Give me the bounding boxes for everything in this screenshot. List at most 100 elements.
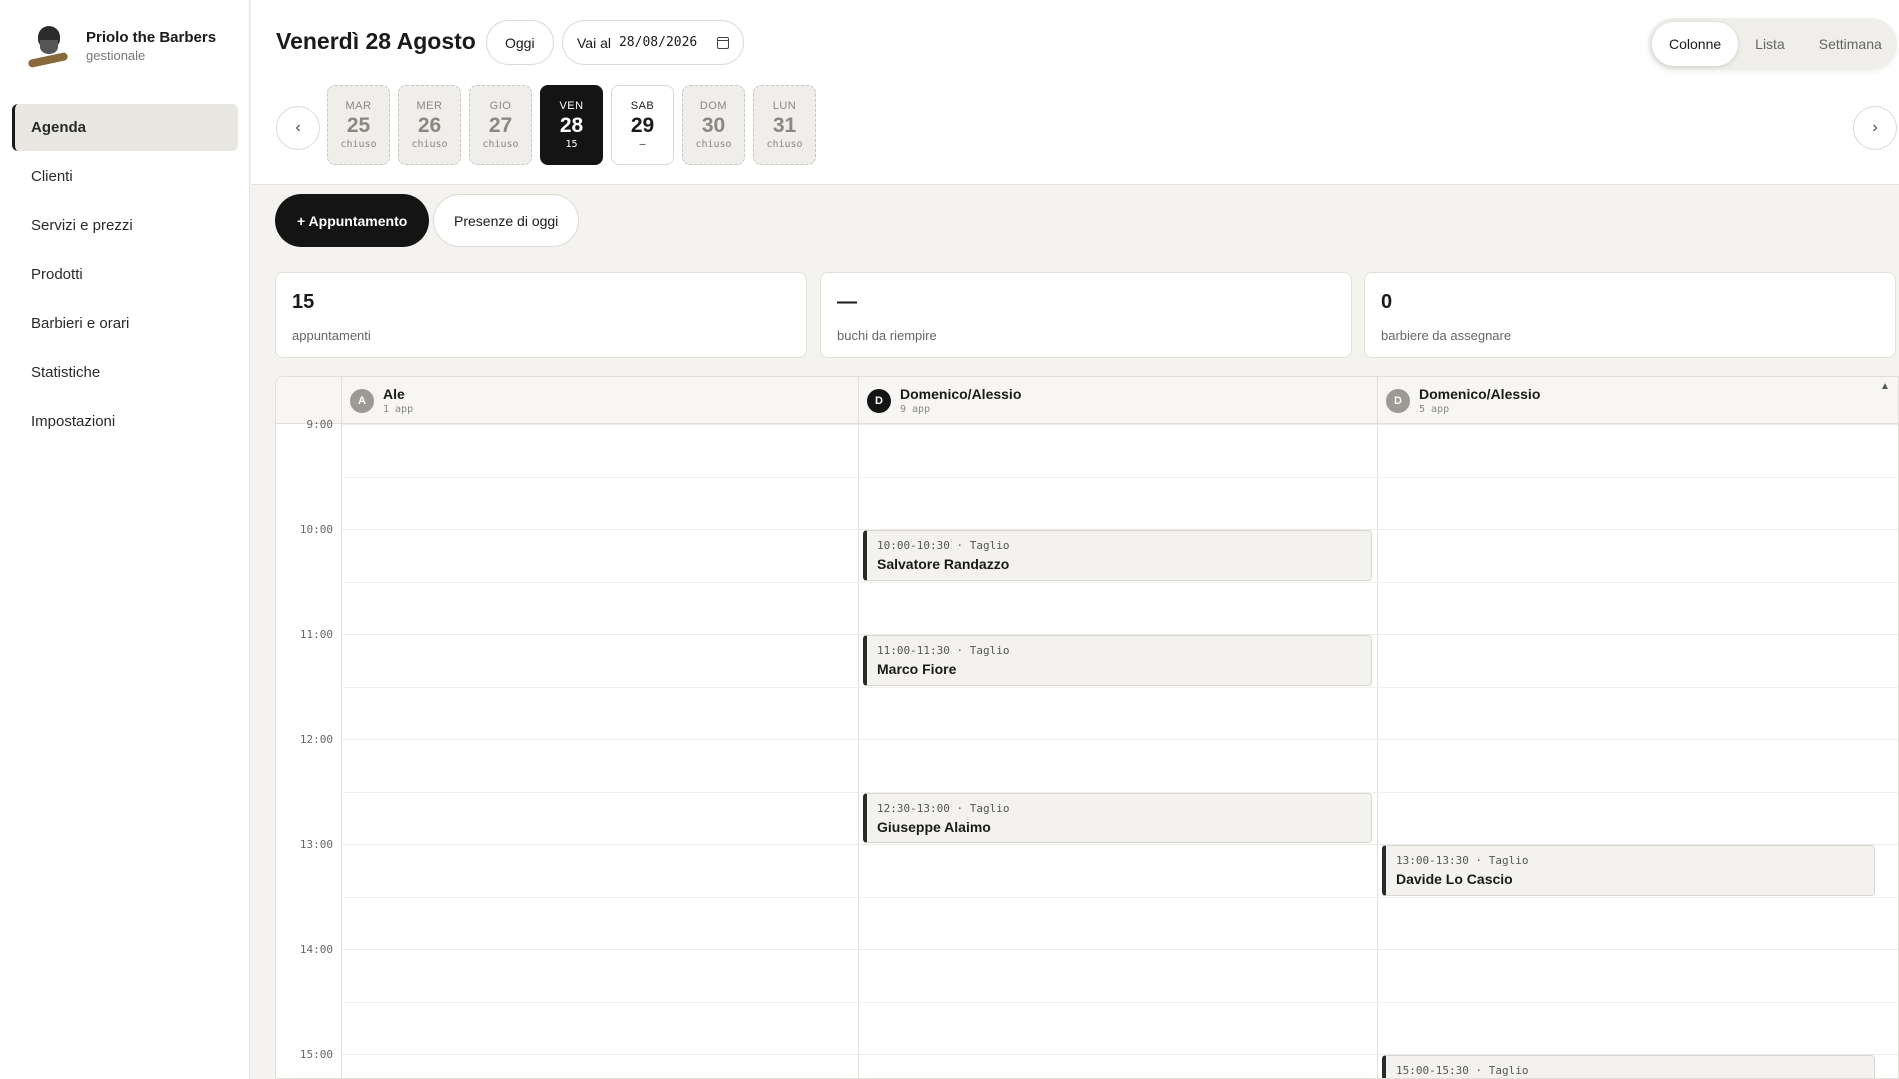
day-chip[interactable]: LUN 31 chiuso bbox=[753, 85, 816, 165]
view-switch: Colonne Lista Settimana bbox=[1648, 18, 1897, 70]
appointment-card[interactable]: 13:00-13:30 · Taglio Davide Lo Cascio bbox=[1382, 845, 1875, 896]
appointment-count: 5 app bbox=[1419, 404, 1450, 415]
appointment-time: 11:00-11:30 · Taglio bbox=[877, 644, 1010, 657]
day-num: 30 bbox=[701, 114, 726, 137]
column-divider bbox=[1377, 377, 1378, 1078]
view-tab-colonne[interactable]: Colonne bbox=[1652, 22, 1739, 66]
appointment-time: 13:00-13:30 · Taglio bbox=[1396, 854, 1529, 867]
appointment-card[interactable]: 10:00-10:30 · Taglio Salvatore Randazzo bbox=[863, 530, 1372, 581]
stat-value: — bbox=[837, 291, 857, 313]
appointment-card[interactable]: 15:00-15:30 · Taglio bbox=[1382, 1055, 1875, 1078]
day-num: 31 bbox=[772, 114, 797, 137]
half-hour-gridline bbox=[341, 896, 1898, 898]
day-sub: — bbox=[639, 139, 646, 150]
stat-label: appuntamenti bbox=[292, 328, 371, 343]
prev-day-button[interactable]: ‹ bbox=[276, 106, 320, 150]
avatar: D bbox=[867, 388, 891, 413]
day-weekday: GIO bbox=[489, 100, 512, 112]
avatar: A bbox=[350, 388, 374, 413]
sidebar-item-prodotti[interactable]: Prodotti bbox=[12, 251, 238, 298]
barber-column-header[interactable]: A Ale 1 app bbox=[341, 377, 413, 424]
day-chip[interactable]: DOM 30 chiuso bbox=[682, 85, 745, 165]
appointment-count: 1 app bbox=[383, 404, 414, 415]
day-sub: chiuso bbox=[766, 139, 803, 150]
day-weekday: VEN bbox=[559, 100, 584, 112]
stat-label: buchi da riempire bbox=[837, 328, 937, 343]
sidebar-nav: Agenda Clienti Servizi e prezzi Prodotti Bar… bbox=[12, 104, 238, 447]
half-hour-gridline bbox=[341, 1001, 1898, 1003]
presence-today-button[interactable]: Presenze di oggi bbox=[433, 194, 580, 247]
avatar: D bbox=[1386, 388, 1410, 413]
day-calendar-grid[interactable]: A Ale 1 app D Domenico/Alessio 9 app D Domenico… bbox=[275, 376, 1899, 1079]
day-weekday: SAB bbox=[630, 100, 655, 112]
day-weekday: LUN bbox=[772, 100, 797, 112]
time-label: 15:00 bbox=[299, 1048, 333, 1061]
day-sub: chiuso bbox=[695, 139, 732, 150]
day-weekday: MAR bbox=[345, 100, 372, 112]
agenda-header: Venerdì 28 Agosto Oggi Vai al 28/08/2026… bbox=[251, 0, 1899, 185]
day-num: 26 bbox=[417, 114, 442, 137]
appointment-card[interactable]: 12:30-13:00 · Taglio Giuseppe Alaimo bbox=[863, 792, 1372, 843]
day-sub: chiuso bbox=[340, 139, 377, 150]
time-label: 11:00 bbox=[299, 628, 333, 641]
day-weekday: MER bbox=[416, 100, 443, 112]
view-tab-lista[interactable]: Lista bbox=[1738, 22, 1802, 66]
appointment-client: Giuseppe Alaimo bbox=[877, 818, 991, 835]
sidebar: Priolo the Barbers gestionale Agenda Clie… bbox=[0, 0, 250, 1079]
barber-column-header[interactable]: D Domenico/Alessio 5 app bbox=[1377, 377, 1540, 424]
barber-name: Domenico/Alessio bbox=[1419, 386, 1541, 402]
stat-card-unassigned: 0 barbiere da assegnare bbox=[1364, 272, 1896, 358]
hour-gridline bbox=[341, 739, 1898, 740]
goto-date-value[interactable]: 28/08/2026 bbox=[619, 35, 697, 50]
goto-date-field[interactable]: Vai al 28/08/2026 bbox=[562, 20, 745, 65]
next-day-button[interactable]: › bbox=[1853, 106, 1897, 150]
time-label: 14:00 bbox=[299, 943, 333, 956]
day-num: 28 bbox=[559, 114, 584, 137]
today-button[interactable]: Oggi bbox=[486, 20, 554, 65]
barber-column-header[interactable]: D Domenico/Alessio 9 app bbox=[858, 377, 1021, 424]
appointment-card[interactable]: 11:00-11:30 · Taglio Marco Fiore bbox=[863, 635, 1372, 686]
barber-name: Ale bbox=[383, 386, 405, 402]
time-label: 10:00 bbox=[299, 523, 333, 536]
time-label: 13:00 bbox=[299, 838, 333, 851]
barber-name: Domenico/Alessio bbox=[900, 386, 1022, 402]
day-chip[interactable]: GIO 27 chiuso bbox=[469, 85, 532, 165]
sidebar-item-barbieri-e-orari[interactable]: Barbieri e orari bbox=[12, 300, 238, 347]
calendar-header: A Ale 1 app D Domenico/Alessio 9 app D Domenico… bbox=[276, 377, 1898, 424]
scroll-up-icon[interactable]: ▲ bbox=[1880, 381, 1890, 392]
hour-gridline bbox=[341, 424, 1898, 425]
day-chip[interactable]: VEN 28 15 bbox=[540, 85, 603, 165]
time-label: 9:00 bbox=[306, 418, 334, 431]
appointment-client: Davide Lo Cascio bbox=[1396, 871, 1513, 887]
day-sub: chiuso bbox=[482, 139, 519, 150]
sidebar-item-statistiche[interactable]: Statistiche bbox=[12, 349, 238, 396]
stat-value: 0 bbox=[1381, 291, 1393, 313]
stat-card-appointments: 15 appuntamenti bbox=[275, 272, 807, 358]
new-appointment-button[interactable]: + Appuntamento bbox=[275, 194, 430, 247]
calendar-icon[interactable] bbox=[717, 36, 730, 49]
sidebar-item-clienti[interactable]: Clienti bbox=[12, 153, 238, 200]
view-tab-settimana[interactable]: Settimana bbox=[1802, 22, 1899, 66]
time-label: 12:00 bbox=[299, 733, 333, 746]
page-title: Venerdì 28 Agosto bbox=[276, 28, 476, 54]
hour-gridline bbox=[341, 949, 1898, 950]
brand-subtitle: gestionale bbox=[86, 48, 146, 63]
column-divider bbox=[341, 377, 342, 1078]
appointment-time: 10:00-10:30 · Taglio bbox=[877, 539, 1010, 552]
sidebar-item-agenda[interactable]: Agenda bbox=[12, 104, 238, 151]
day-sub: 15 bbox=[565, 139, 578, 150]
day-chip[interactable]: MER 26 chiuso bbox=[398, 85, 461, 165]
brand[interactable]: Priolo the Barbers gestionale bbox=[26, 22, 216, 70]
barber-logo-icon bbox=[26, 22, 70, 70]
sidebar-item-servizi-e-prezzi[interactable]: Servizi e prezzi bbox=[12, 202, 238, 249]
chevron-left-icon: ‹ bbox=[295, 119, 301, 136]
appointment-time: 15:00-15:30 · Taglio bbox=[1396, 1064, 1529, 1077]
day-chip[interactable]: MAR 25 chiuso bbox=[327, 85, 390, 165]
day-chip[interactable]: SAB 29 — bbox=[611, 85, 674, 165]
appointment-time: 12:30-13:00 · Taglio bbox=[877, 801, 1010, 815]
half-hour-gridline bbox=[341, 686, 1898, 688]
day-strip: MAR 25 chiuso MER 26 chiuso GIO 27 chiuso VEN 28 15… bbox=[327, 85, 816, 165]
sidebar-item-impostazioni[interactable]: Impostazioni bbox=[12, 398, 238, 445]
stat-value: 15 bbox=[292, 291, 315, 313]
goto-label: Vai al bbox=[577, 34, 611, 51]
